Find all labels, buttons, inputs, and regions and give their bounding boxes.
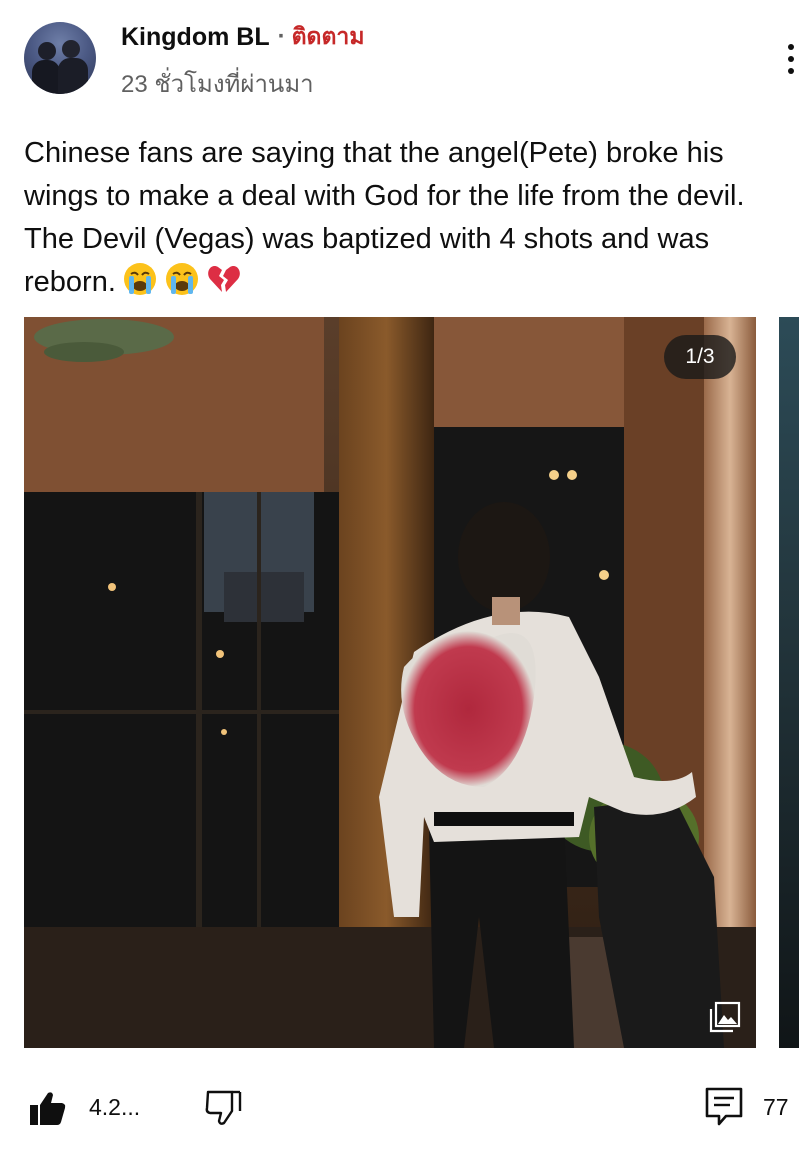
more-dot — [788, 56, 794, 62]
loudly-crying-face-icon — [123, 263, 156, 295]
post-image[interactable] — [24, 317, 756, 1048]
image-counter-label: 1/3 — [685, 345, 715, 368]
avatar-head-right — [62, 40, 80, 58]
action-bar: 4.2... 77 — [0, 1070, 799, 1150]
comment-icon[interactable] — [704, 1086, 744, 1128]
next-image-peek[interactable] — [779, 317, 799, 1048]
more-dot — [788, 68, 794, 74]
post-header: Kingdom BL · ติดตาม 23 ชั่วโมงที่ผ่านมา — [0, 0, 799, 110]
broken-heart-icon — [208, 266, 240, 292]
avatar-figure-right — [58, 58, 88, 94]
image-counter: 1/3 — [664, 335, 736, 379]
loudly-crying-face-icon — [165, 263, 198, 295]
more-dot — [788, 44, 794, 50]
image-gallery-icon[interactable] — [708, 1000, 742, 1034]
post-body: Chinese fans are saying that the angel(P… — [24, 132, 784, 304]
post-image-scene — [24, 317, 756, 1048]
thumbs-down-icon[interactable] — [204, 1088, 244, 1128]
channel-line: Kingdom BL · ติดตาม — [121, 22, 364, 52]
separator-dot: · — [277, 23, 286, 50]
follow-button[interactable]: ติดตาม — [292, 19, 365, 55]
avatar-figure-left — [32, 60, 60, 94]
thumbs-up-icon[interactable] — [28, 1088, 68, 1128]
more-options-icon[interactable] — [784, 42, 798, 76]
avatar-head-left — [38, 42, 56, 60]
channel-name[interactable]: Kingdom BL — [121, 23, 270, 52]
channel-avatar[interactable] — [24, 22, 96, 94]
comment-count: 77 — [763, 1094, 789, 1120]
like-count: 4.2... — [89, 1094, 141, 1120]
post-time: 23 ชั่วโมงที่ผ่านมา — [121, 71, 314, 98]
